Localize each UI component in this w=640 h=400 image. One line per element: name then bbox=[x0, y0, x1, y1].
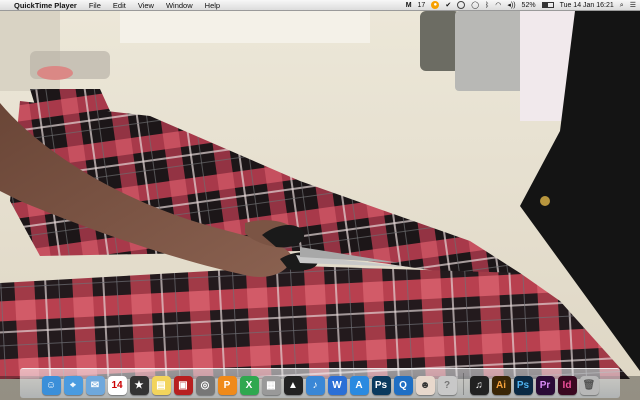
battery-percent: 52% bbox=[521, 1, 536, 9]
illustrator-icon[interactable]: Ai bbox=[491, 376, 511, 395]
jar-object bbox=[420, 11, 460, 71]
calculator-icon[interactable]: ▦ bbox=[261, 376, 281, 395]
final-cut-icon[interactable]: ▲ bbox=[283, 376, 303, 395]
volume-icon[interactable]: ◂)) bbox=[507, 1, 515, 10]
time-machine-icon[interactable] bbox=[457, 1, 466, 9]
wifi-icon[interactable]: ◠ bbox=[495, 1, 501, 10]
image-capture-icon[interactable]: ◎ bbox=[195, 376, 215, 395]
help-glyph: ? bbox=[443, 380, 451, 391]
pink-object bbox=[37, 66, 73, 80]
dock: ☺ ⌖ ✉ 14 ★ ▤ ▣ ◎ P X ▦ ▲ ♪ W A Ps Q ☻? ♫ Ai Ps Pr Id 🗑 bbox=[20, 368, 620, 398]
music-app-glyph: ♫ bbox=[475, 380, 483, 391]
bluetooth-icon[interactable]: ᛒ bbox=[485, 1, 489, 10]
menu-window[interactable]: Window bbox=[166, 1, 193, 10]
dock-separator bbox=[462, 373, 464, 395]
illustrator-glyph: Ai bbox=[496, 380, 506, 391]
adobe-count: 17 bbox=[417, 1, 426, 9]
numbers-glyph: X bbox=[245, 380, 253, 391]
safari-glyph: ⌖ bbox=[70, 380, 76, 391]
help-icon[interactable]: ? bbox=[437, 376, 457, 395]
notification-center-icon[interactable]: ☰ bbox=[630, 1, 636, 10]
notification-badge-icon[interactable]: ● bbox=[431, 1, 440, 9]
menu-help[interactable]: Help bbox=[205, 1, 220, 10]
photoshop-glyph: Ps bbox=[374, 380, 388, 391]
premiere-icon[interactable]: Pr bbox=[535, 376, 555, 395]
itunes-icon[interactable]: ♪ bbox=[305, 376, 325, 395]
imovie-icon[interactable]: ★ bbox=[129, 376, 149, 395]
video-frame[interactable] bbox=[0, 11, 640, 400]
app-store-glyph: A bbox=[355, 380, 363, 391]
menu-edit[interactable]: Edit bbox=[113, 1, 126, 10]
paper-sheet bbox=[120, 11, 370, 43]
calendar-icon[interactable]: 14 bbox=[107, 376, 127, 395]
final-cut-glyph: ▲ bbox=[288, 380, 298, 391]
imovie-glyph: ★ bbox=[134, 380, 144, 391]
calculator-glyph: ▦ bbox=[266, 380, 276, 391]
quicktime-icon[interactable]: Q bbox=[393, 376, 413, 395]
menu-file[interactable]: File bbox=[89, 1, 101, 10]
stickies-glyph: ▤ bbox=[156, 380, 166, 391]
word-icon[interactable]: W bbox=[327, 376, 347, 395]
photoshop-alt-glyph: Ps bbox=[516, 380, 530, 391]
trash-icon[interactable]: 🗑 bbox=[579, 376, 599, 395]
calendar-glyph: 14 bbox=[111, 380, 123, 391]
finder-icon[interactable]: ☺ bbox=[41, 376, 61, 395]
pages-glyph: P bbox=[223, 380, 231, 391]
clock[interactable]: Tue 14 Jan 16:21 bbox=[560, 1, 614, 10]
photoshop-icon[interactable]: Ps bbox=[371, 376, 391, 395]
music-app-icon[interactable]: ♫ bbox=[469, 376, 489, 395]
menu-bar: QuickTime Player File Edit View Window H… bbox=[0, 0, 640, 11]
mail-glyph: ✉ bbox=[90, 380, 100, 391]
premiere-glyph: Pr bbox=[539, 380, 551, 391]
menu-app-name[interactable]: QuickTime Player bbox=[14, 1, 77, 10]
photobooth-icon[interactable]: ▣ bbox=[173, 376, 193, 395]
indesign-icon[interactable]: Id bbox=[557, 376, 577, 395]
quicktime-glyph: Q bbox=[399, 380, 407, 391]
photo-thumbnail-glyph: ☻ bbox=[419, 380, 431, 391]
trash-glyph: 🗑 bbox=[582, 380, 596, 391]
checkmark-icon[interactable]: ✔ bbox=[445, 1, 451, 10]
pages-icon[interactable]: P bbox=[217, 376, 237, 395]
adobe-updater-icon[interactable]: M bbox=[406, 1, 412, 10]
app-store-icon[interactable]: A bbox=[349, 376, 369, 395]
battery-icon[interactable] bbox=[541, 2, 554, 8]
safari-icon[interactable]: ⌖ bbox=[63, 376, 83, 395]
finder-glyph: ☺ bbox=[45, 380, 57, 391]
status-area: M 17 ● ✔ ◯ ᛒ ◠ ◂)) 52% Tue 14 Jan 16:21 … bbox=[406, 1, 640, 10]
image-capture-glyph: ◎ bbox=[200, 380, 210, 391]
numbers-icon[interactable]: X bbox=[239, 376, 259, 395]
mail-icon[interactable]: ✉ bbox=[85, 376, 105, 395]
indesign-glyph: Id bbox=[562, 380, 572, 391]
bin-object bbox=[455, 11, 525, 91]
photo-thumbnail-icon[interactable]: ☻ bbox=[415, 376, 435, 395]
word-glyph: W bbox=[332, 380, 342, 391]
circle-icon[interactable]: ◯ bbox=[471, 1, 479, 10]
menu-view[interactable]: View bbox=[138, 1, 154, 10]
spotlight-search-icon[interactable]: ⌕ bbox=[620, 1, 624, 10]
photobooth-glyph: ▣ bbox=[178, 380, 188, 391]
itunes-glyph: ♪ bbox=[312, 380, 318, 391]
hinge bbox=[540, 196, 550, 206]
stickies-icon[interactable]: ▤ bbox=[151, 376, 171, 395]
photoshop-alt-icon[interactable]: Ps bbox=[513, 376, 533, 395]
video-scene bbox=[0, 11, 640, 400]
